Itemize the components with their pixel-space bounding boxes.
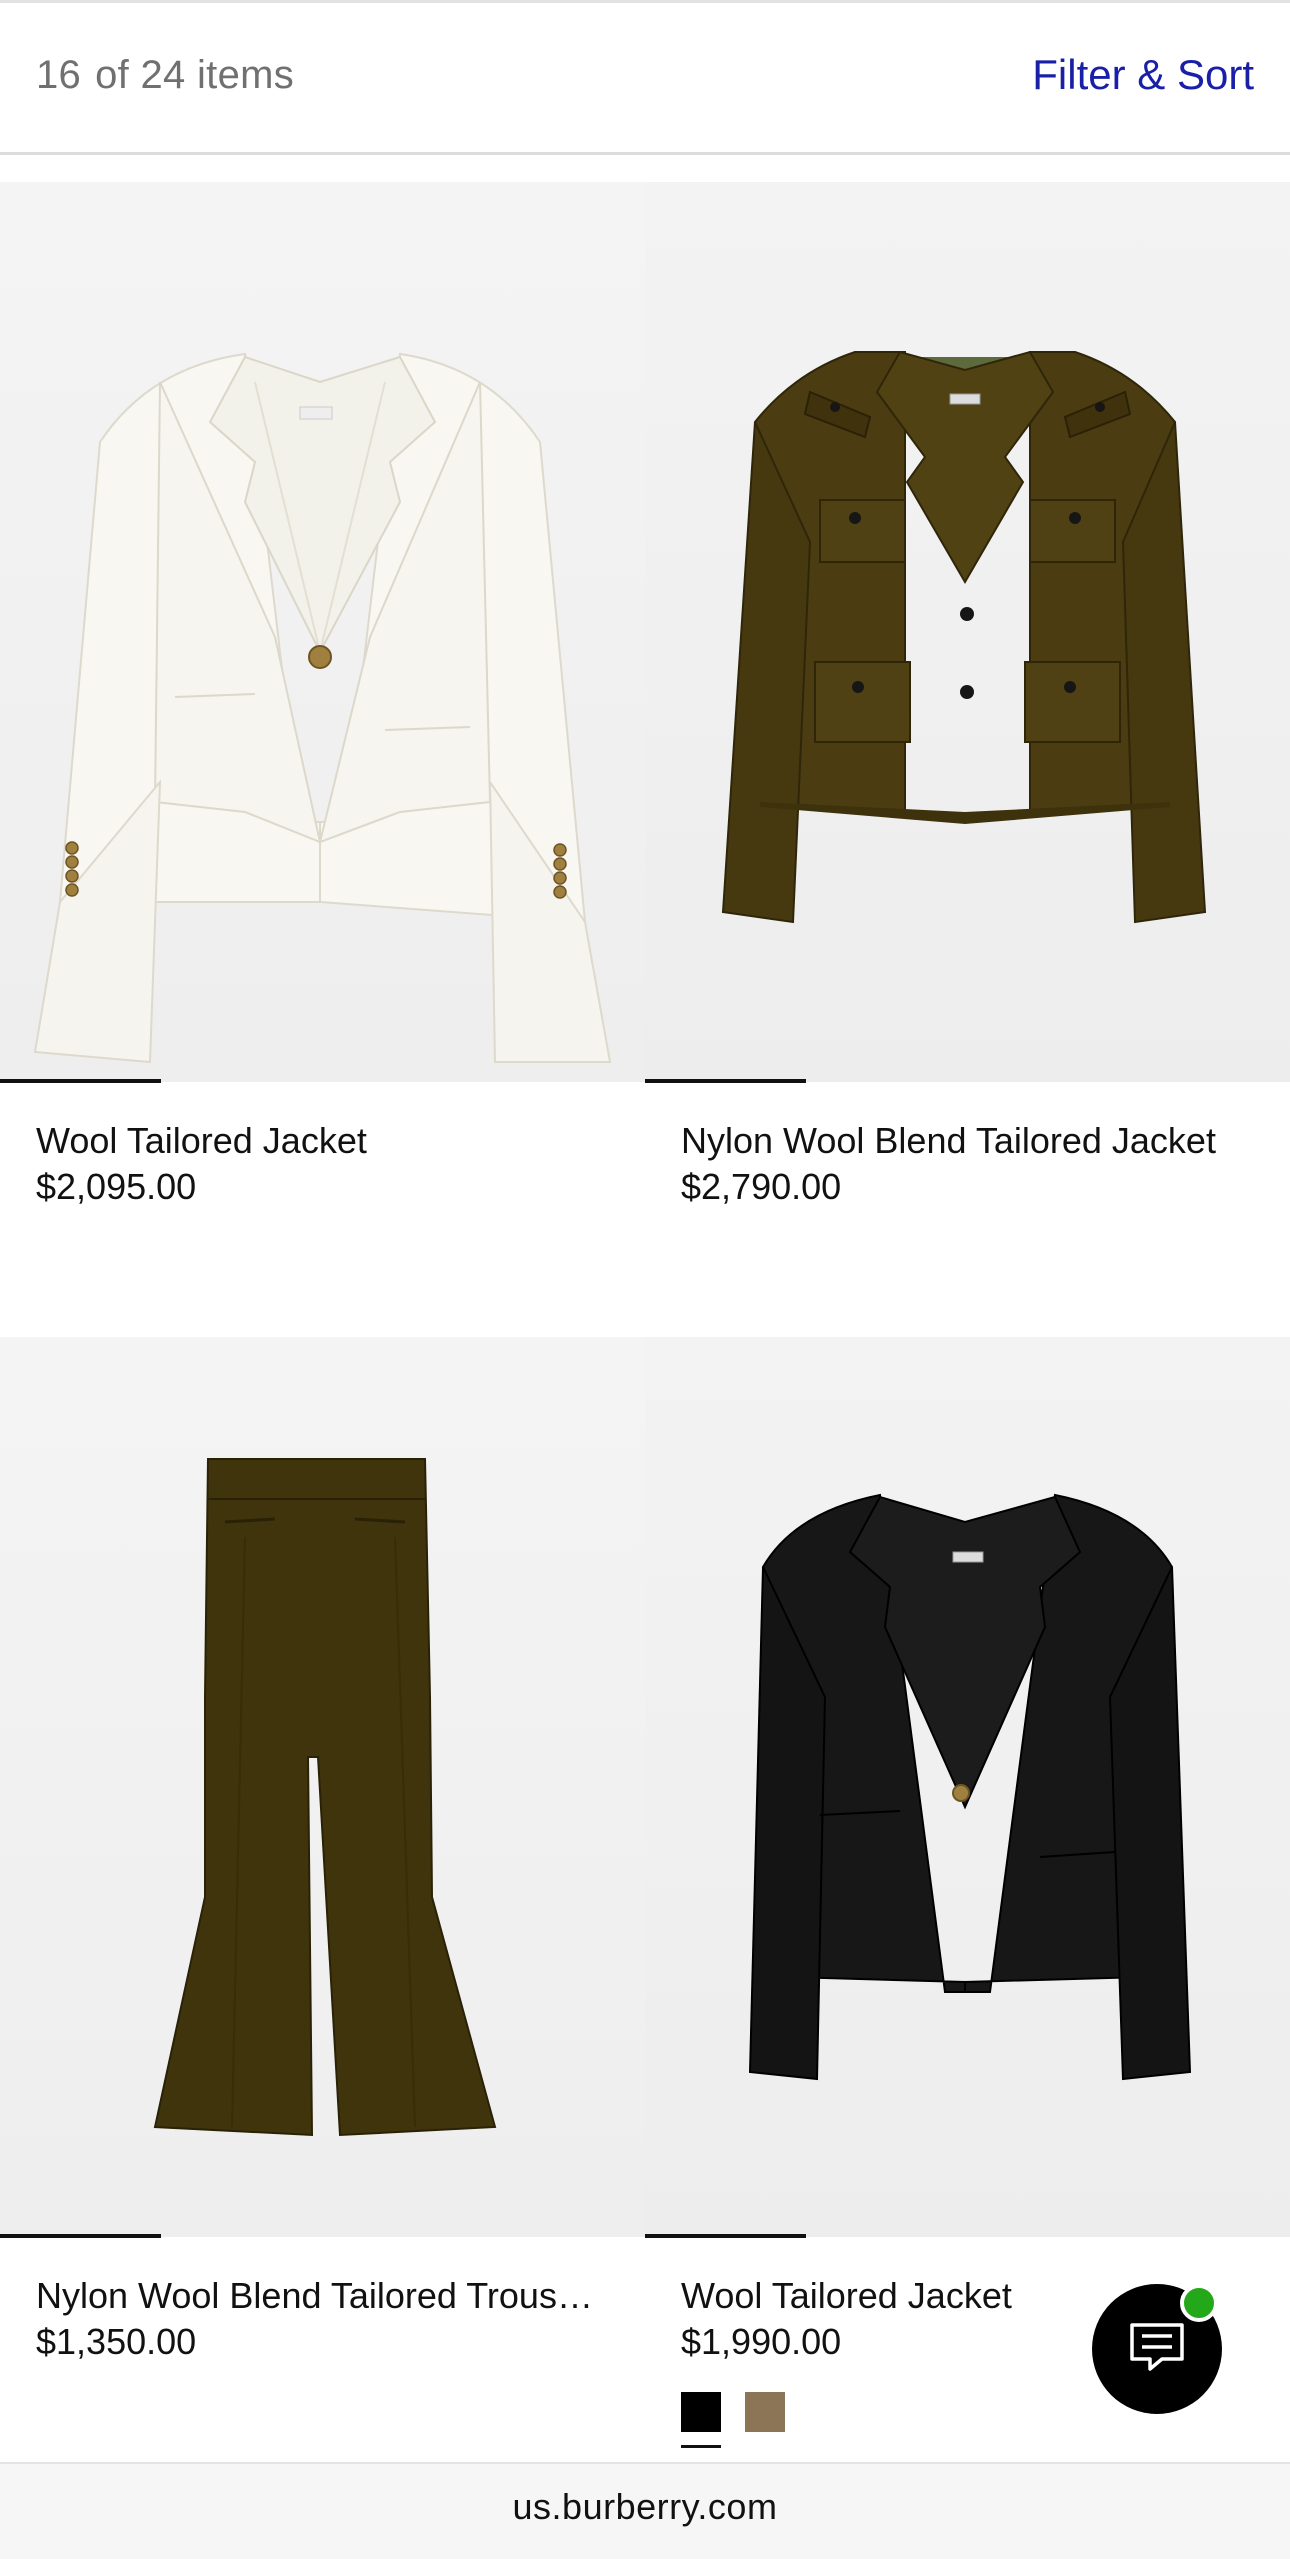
product-card[interactable]: Wool Tailored Jacket $1,990.00	[645, 1337, 1290, 2448]
product-name[interactable]: Wool Tailored Jacket	[681, 2275, 1012, 2317]
color-swatches	[681, 2392, 785, 2448]
product-card[interactable]: Wool Tailored Jacket $2,095.00	[0, 182, 645, 1282]
swatch-taupe[interactable]	[745, 2392, 785, 2432]
product-name[interactable]: Nylon Wool Blend Tailored Jacket	[681, 1120, 1216, 1162]
results-count-current: 16	[36, 53, 82, 97]
product-image-black-jacket[interactable]	[645, 1337, 1290, 2237]
results-count: 16 of 24 items	[36, 53, 294, 98]
product-price: $2,095.00	[36, 1166, 197, 1207]
image-carousel-progress	[645, 1079, 1290, 1083]
swatch-black[interactable]	[681, 2392, 721, 2448]
browser-address-bar[interactable]: us.burberry.com	[0, 2462, 1290, 2559]
chat-status-dot	[1180, 2284, 1218, 2322]
image-carousel-progress	[645, 2234, 1290, 2238]
product-card[interactable]: Nylon Wool Blend Tailored Trous… $1,350.…	[0, 1337, 645, 2437]
chat-icon	[1128, 2321, 1186, 2378]
results-toolbar: 16 of 24 items Filter & Sort	[0, 3, 1290, 155]
filter-sort-button[interactable]: Filter & Sort	[1032, 51, 1254, 99]
product-card[interactable]: Nylon Wool Blend Tailored Jacket $2,790.…	[645, 182, 1290, 1282]
product-image-white-jacket[interactable]	[0, 182, 645, 1082]
product-price: $2,790.00	[681, 1166, 842, 1207]
product-image-olive-jacket[interactable]	[645, 182, 1290, 1082]
product-price: $1,990.00	[681, 2321, 842, 2362]
site-url[interactable]: us.burberry.com	[0, 2486, 1290, 2528]
product-price: $1,350.00	[36, 2321, 197, 2362]
results-count-total: of 24 items	[95, 53, 295, 97]
product-image-olive-trousers[interactable]	[0, 1337, 645, 2237]
image-carousel-progress	[0, 2234, 645, 2238]
product-name[interactable]: Nylon Wool Blend Tailored Trous…	[36, 2275, 593, 2317]
image-carousel-progress	[0, 1079, 645, 1083]
product-name[interactable]: Wool Tailored Jacket	[36, 1120, 367, 1162]
